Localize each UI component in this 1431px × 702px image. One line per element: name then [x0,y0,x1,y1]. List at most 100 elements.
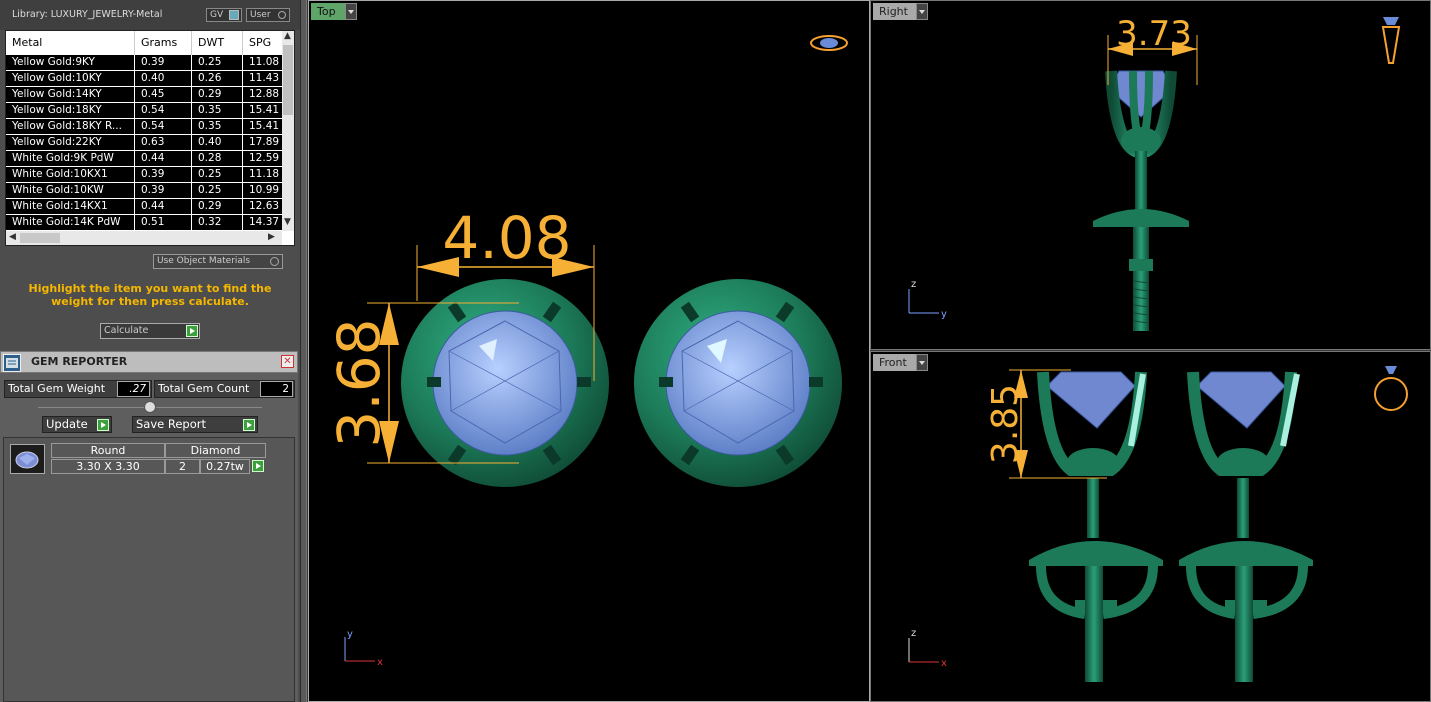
spg-cell: 12.63 [249,200,280,212]
axis-z-label: z [911,279,916,290]
table-row[interactable]: Yellow Gold:22KY 0.63 0.40 17.89 [6,135,282,151]
metal-name-cell: Yellow Gold:10KY [6,71,135,86]
play-icon[interactable] [252,460,264,472]
view-orientation-icon [1381,17,1401,64]
axis-gizmo [908,289,939,314]
vertical-scrollbar[interactable]: ▲ ▼ [282,31,294,231]
close-icon[interactable]: ✕ [281,355,294,368]
scroll-up-icon[interactable]: ▲ [284,31,291,41]
gem-reporter-header: GEM REPORTER ✕ [0,351,298,373]
column-header-grams[interactable]: Grams [135,31,192,55]
metal-name-cell: Yellow Gold:14KY [6,87,135,102]
user-label: User [250,10,271,20]
library-title: Library: LUXURY_JEWELRY-Metal [12,9,163,20]
table-row[interactable]: White Gold:10KW 0.39 0.25 10.99 [6,183,282,199]
right-view-canvas: 3.73 z y [908,14,1401,331]
dimension-width-label: 4.08 [442,204,571,272]
axis-x-label: x [377,657,383,668]
metal-table: Metal Grams DWT SPG Yellow Gold:9KY 0.39 0… [5,30,295,246]
earring-front-left [1029,371,1163,682]
play-icon [186,325,198,337]
axis-z-label: z [911,628,916,639]
axis-gizmo [344,637,375,662]
calculate-label: Calculate [104,325,149,336]
total-gem-count-label: Total Gem Count [158,382,250,395]
spg-cell: 15.41 [249,120,280,132]
table-row[interactable]: White Gold:14K PdW 0.51 0.32 14.37 [6,215,282,231]
grams-cell: 0.54 [135,103,192,118]
scroll-down-icon[interactable]: ▼ [284,217,291,227]
column-header-dwt[interactable]: DWT [192,31,243,55]
dwt-cell: 0.25 [192,167,243,182]
gem-count: 2 [165,459,200,474]
grams-cell: 0.39 [135,183,192,198]
metal-table-body: Yellow Gold:9KY 0.39 0.25 11.08 Yellow Gold:… [6,55,282,231]
play-icon [243,419,255,431]
library-bar: Library: LUXURY_JEWELRY-Metal GV User [0,0,300,30]
table-row[interactable]: Yellow Gold:10KY 0.40 0.26 11.43 [6,71,282,87]
table-row[interactable]: Yellow Gold:14KY 0.45 0.29 12.88 [6,87,282,103]
table-row[interactable]: White Gold:14KX1 0.44 0.29 12.63 [6,199,282,215]
earring-front-right [1179,371,1313,682]
metal-name-cell: Yellow Gold:18KY R... [6,119,135,134]
save-report-button[interactable]: Save Report [132,416,258,433]
horizontal-scrollbar[interactable]: ◀ ▶ [6,231,282,245]
table-row[interactable]: White Gold:9K PdW 0.44 0.28 12.59 [6,151,282,167]
use-object-materials-label: Use Object Materials [157,256,251,266]
dwt-cell: 0.32 [192,215,243,230]
earring-left-top [401,279,609,487]
use-object-materials-toggle[interactable]: Use Object Materials [153,254,283,269]
dwt-cell: 0.25 [192,183,243,198]
gem-size: 3.30 X 3.30 [51,459,165,474]
table-row[interactable]: Yellow Gold:18KY 0.54 0.35 15.41 [6,103,282,119]
dimension-height-label: 3.68 [325,318,393,447]
column-header-metal[interactable]: Metal [6,31,135,55]
earring-right-top [634,279,842,487]
table-row[interactable]: Yellow Gold:9KY 0.39 0.25 11.08 [6,55,282,71]
divider-slider-handle[interactable] [144,401,156,413]
spg-cell: 17.89 [249,136,280,148]
table-row[interactable]: Yellow Gold:18KY R... 0.54 0.35 15.41 [6,119,282,135]
grams-cell: 0.39 [135,55,192,70]
calculate-button[interactable]: Calculate [100,323,200,339]
dwt-cell: 0.28 [192,151,243,166]
viewport-front[interactable]: Front 3.85 z x [870,351,1431,702]
gv-label: GV [210,10,224,20]
column-header-spg[interactable]: SPG [243,31,282,55]
scroll-right-icon[interactable]: ▶ [268,232,275,242]
spg-cell: 11.08 [249,56,280,68]
axis-y-label: y [347,629,353,640]
gem-reporter-icon [3,354,21,372]
spg-cell: 15.41 [249,104,280,116]
gem-reporter-title: GEM REPORTER [31,355,128,368]
update-label: Update [46,417,88,431]
axis-y-label: y [941,309,947,320]
gv-toggle[interactable]: GV [206,8,242,22]
user-toggle[interactable]: User [246,8,290,22]
update-button[interactable]: Update [42,416,112,433]
view-orientation-icon [1374,366,1408,411]
dwt-cell: 0.29 [192,87,243,102]
scroll-thumb[interactable] [283,45,293,115]
viewport-right[interactable]: Right 3.73 z y [870,0,1431,350]
spg-cell: 12.59 [249,152,280,164]
radio-icon [278,11,286,19]
panel-splitter[interactable] [300,0,307,702]
hscroll-thumb[interactable] [20,233,60,243]
spg-cell: 14.37 [249,216,280,228]
metal-name-cell: White Gold:14K PdW [6,215,135,230]
dwt-cell: 0.29 [192,199,243,214]
dwt-cell: 0.35 [192,103,243,118]
dwt-cell: 0.35 [192,119,243,134]
top-view-canvas: 4.08 3.68 y x [325,35,848,668]
viewport-top[interactable]: Top 4.08 3.68 y x [308,0,870,702]
grams-cell: 0.51 [135,215,192,230]
gem-list [3,437,295,702]
dwt-cell: 0.26 [192,71,243,86]
round-diamond-icon [10,444,45,474]
grams-cell: 0.54 [135,119,192,134]
metal-name-cell: White Gold:9K PdW [6,151,135,166]
table-row[interactable]: White Gold:10KX1 0.39 0.25 11.18 [6,167,282,183]
spg-cell: 11.43 [249,72,280,84]
scroll-left-icon[interactable]: ◀ [9,232,16,242]
